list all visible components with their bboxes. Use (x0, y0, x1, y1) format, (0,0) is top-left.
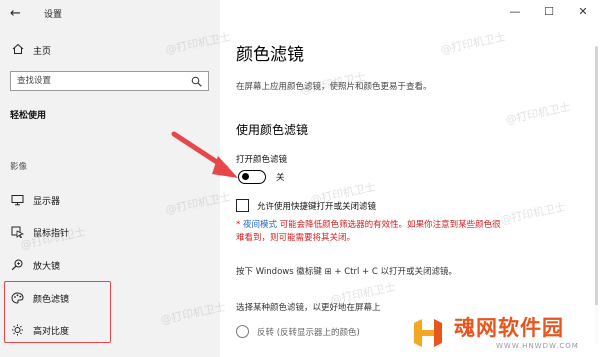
warning-text-line2: 难看到，则可能需要将其关闭。 (236, 233, 356, 243)
main-panel: — ☐ ✕ 颜色滤镜 在屏幕上应用颜色滤镜，使照片和颜色更易于查看。 使用颜色滤… (220, 0, 600, 357)
sidebar-section-heading: 轻松使用 (10, 111, 47, 121)
brand-logo-url: WWW.HNWDW.COM (496, 342, 579, 350)
search-icon[interactable] (191, 76, 202, 87)
page-subtitle: 在屏幕上应用颜色滤镜，使照片和颜色更易于查看。 (236, 82, 432, 92)
sidebar-item-label: 鼠标指针 (33, 229, 70, 239)
back-arrow-icon[interactable]: ← (10, 6, 21, 21)
window-titlebar-left: ← 设置 (0, 0, 220, 28)
close-button[interactable]: ✕ (566, 0, 600, 22)
shortcut-checkbox[interactable] (236, 199, 249, 212)
search-box[interactable] (10, 71, 209, 91)
choose-filter-text: 选择某种颜色滤镜，以更好地在屏幕上 (236, 303, 381, 313)
invert-radio[interactable] (236, 325, 249, 338)
minimize-button[interactable]: — (498, 0, 532, 22)
highlight-box (4, 281, 111, 343)
sidebar-item-label: 显示器 (33, 197, 61, 207)
sidebar-item-label: 主页 (33, 47, 52, 57)
annotation-arrow-icon (171, 131, 238, 178)
shortcut-tip: 按下 Windows 徽标键 ⊞ + Ctrl + C 以打开或关闭滤镜。 (236, 267, 457, 277)
scrollbar[interactable] (595, 46, 598, 344)
sidebar-group-label: 影像 (10, 162, 28, 172)
mouse-pointer-icon (11, 226, 24, 238)
shortcut-checkbox-label: 允许使用快捷键打开或关闭滤镜 (257, 202, 377, 212)
night-mode-warning: * 夜间模式 可能会降低颜色筛选器的有效性。如果你注意到某些颜色很难看到，则可能… (236, 219, 566, 245)
sidebar-item-label: 放大镜 (33, 262, 61, 272)
sidebar-item-display[interactable]: 显示器 (0, 187, 220, 213)
sidebar-item-magnifier[interactable]: 放大镜 (0, 252, 220, 278)
night-mode-link[interactable]: 夜间模式 (243, 220, 277, 230)
maximize-button[interactable]: ☐ (532, 0, 566, 22)
toggle-state-label: 关 (276, 173, 285, 183)
search-input[interactable] (11, 72, 181, 90)
page-title: 颜色滤镜 (236, 45, 304, 65)
app-title: 设置 (44, 10, 63, 20)
magnifier-icon (11, 259, 23, 271)
window-controls: — ☐ ✕ (498, 0, 600, 22)
monitor-icon (11, 195, 24, 206)
brand-logo: 魂网软件园 WWW.HNWDW.COM (402, 305, 600, 357)
warning-text-line1: 可能会降低颜色筛选器的有效性。如果你注意到某些颜色很 (276, 220, 501, 230)
sidebar-item-mouse-pointer[interactable]: 鼠标指针 (0, 219, 220, 245)
warning-prefix: * (236, 220, 243, 230)
brand-mark-icon (414, 319, 442, 347)
brand-logo-text: 魂网软件园 (454, 316, 564, 340)
sidebar-item-home[interactable]: 主页 (0, 38, 220, 62)
invert-radio-label: 反转 (反转显示器上的颜色) (257, 328, 360, 338)
home-icon (12, 43, 24, 54)
